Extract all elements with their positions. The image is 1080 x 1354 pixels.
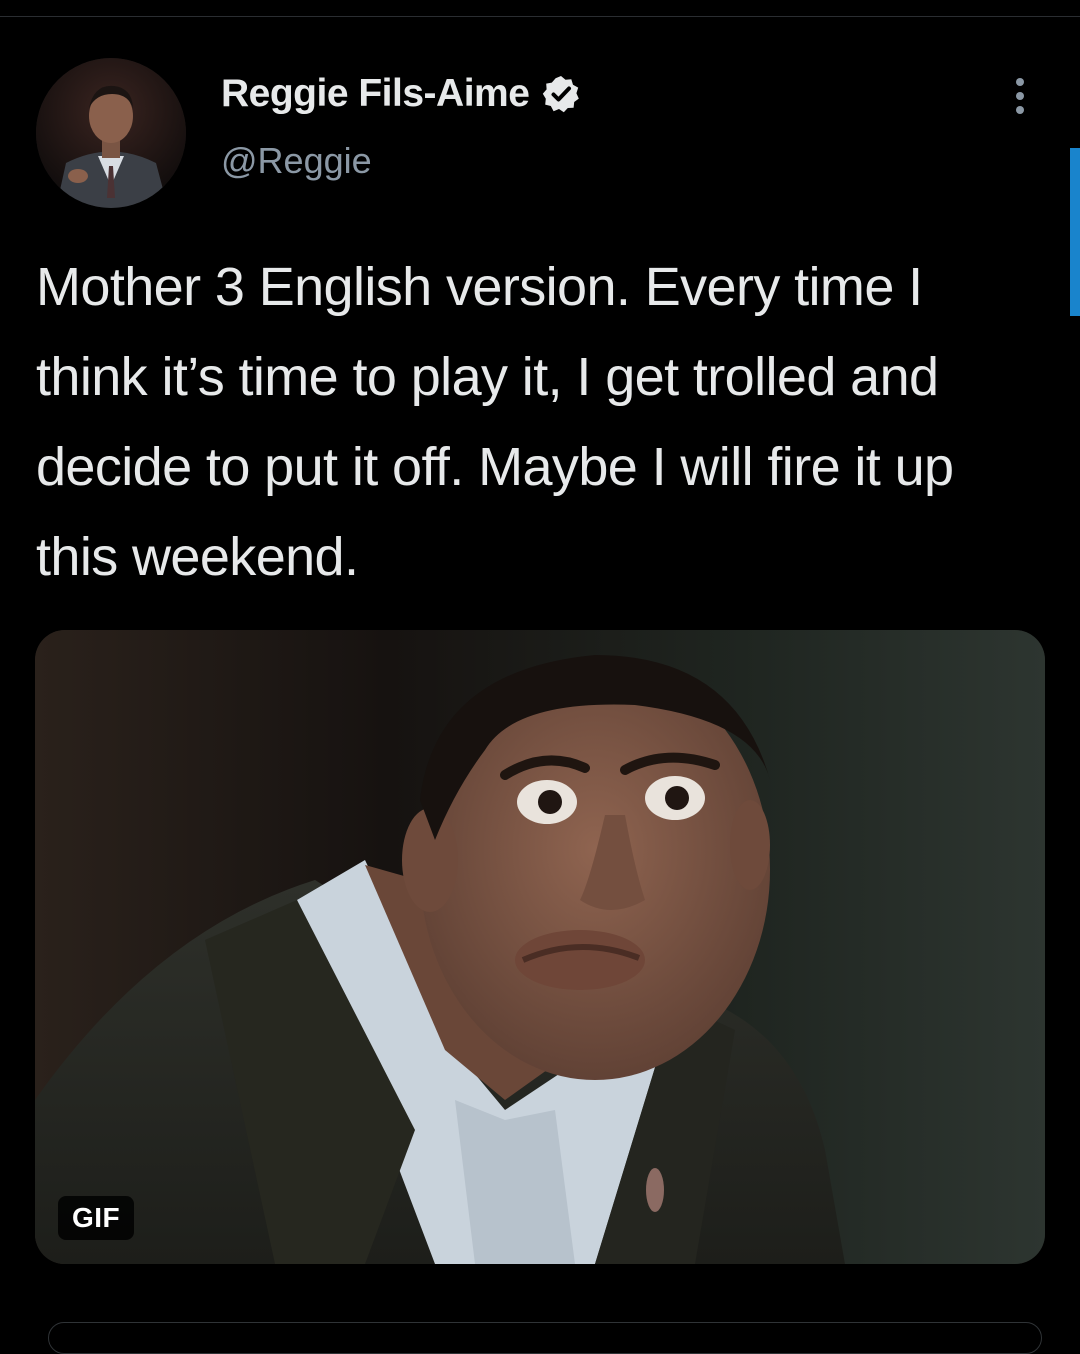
gif-badge: GIF xyxy=(58,1196,135,1240)
tweet-media-gif[interactable]: GIF xyxy=(35,630,1045,1264)
author-display-name[interactable]: Reggie Fils-Aime xyxy=(221,72,530,116)
tweet-text: Mother 3 English version. Every time I t… xyxy=(36,257,954,587)
more-dot xyxy=(1016,78,1024,86)
more-options-icon[interactable] xyxy=(1000,72,1040,120)
verified-badge-icon xyxy=(541,74,581,114)
more-dot xyxy=(1016,92,1024,100)
author-name-row: Reggie Fils-Aime xyxy=(221,70,581,118)
gif-image xyxy=(35,630,1045,1264)
avatar-image xyxy=(36,58,186,208)
avatar[interactable] xyxy=(36,58,186,208)
author-handle[interactable]: @Reggie xyxy=(221,140,372,182)
more-dot xyxy=(1016,106,1024,114)
next-card-edge xyxy=(48,1322,1042,1354)
tweet: Reggie Fils-Aime @Reggie Mother 3 Englis… xyxy=(0,0,1080,1354)
